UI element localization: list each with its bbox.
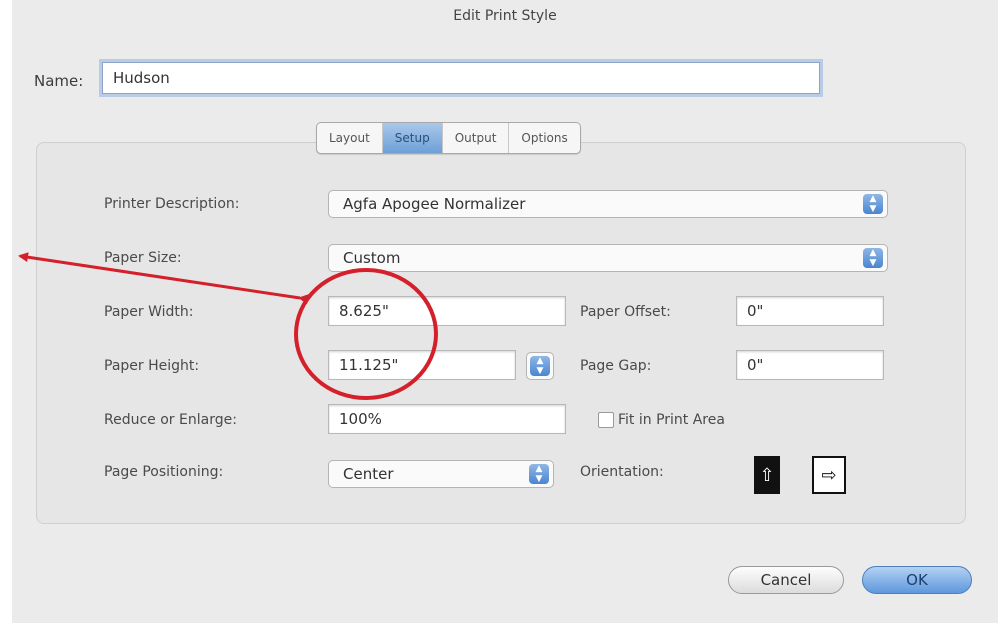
tab-setup[interactable]: Setup (382, 123, 443, 153)
page-positioning-value: Center (343, 465, 394, 483)
landscape-orientation-button[interactable]: ⇨ (812, 456, 846, 494)
paper-height-stepper[interactable]: ▲ ▼ (526, 352, 554, 380)
fit-in-print-area-checkbox[interactable] (598, 412, 614, 428)
page-positioning-popup[interactable]: Center ▲ ▼ (328, 460, 554, 488)
tab-bar: Layout Setup Output Options (316, 122, 581, 154)
paper-width-input[interactable]: 8.625" (328, 296, 566, 326)
printer-description-popup[interactable]: Agfa Apogee Normalizer ▲ ▼ (328, 190, 888, 218)
paper-size-label: Paper Size: (104, 250, 182, 266)
tab-output[interactable]: Output (443, 123, 510, 153)
printer-description-label: Printer Description: (104, 196, 240, 212)
page-positioning-label: Page Positioning: (104, 464, 224, 480)
reduce-enlarge-label: Reduce or Enlarge: (104, 412, 237, 428)
tab-options[interactable]: Options (509, 123, 579, 153)
paper-width-label: Paper Width: (104, 304, 194, 320)
fit-in-print-area-label: Fit in Print Area (618, 412, 725, 428)
landscape-page-icon: ⇨ (821, 464, 837, 486)
stepper-arrows-icon: ▲ ▼ (530, 356, 550, 376)
portrait-orientation-button[interactable]: ⇧ (754, 456, 780, 494)
popup-arrows-icon: ▲ ▼ (529, 464, 549, 484)
printer-description-value: Agfa Apogee Normalizer (343, 195, 526, 213)
popup-arrows-icon: ▲ ▼ (863, 194, 883, 214)
edit-print-style-dialog: Edit Print Style Name: Hudson Layout Set… (12, 0, 998, 623)
paper-size-popup[interactable]: Custom ▲ ▼ (328, 244, 888, 272)
paper-offset-label: Paper Offset: (580, 304, 671, 320)
portrait-page-icon: ⇧ (759, 464, 775, 486)
ok-button[interactable]: OK (862, 566, 972, 594)
name-label: Name: (34, 72, 84, 90)
page-gap-label: Page Gap: (580, 358, 652, 374)
paper-height-label: Paper Height: (104, 358, 200, 374)
paper-size-value: Custom (343, 249, 401, 267)
name-input[interactable]: Hudson (102, 62, 820, 94)
tab-layout[interactable]: Layout (317, 123, 383, 153)
paper-offset-input[interactable]: 0" (736, 296, 884, 326)
page-gap-input[interactable]: 0" (736, 350, 884, 380)
reduce-enlarge-input[interactable]: 100% (328, 404, 566, 434)
popup-arrows-icon: ▲ ▼ (863, 248, 883, 268)
paper-height-input[interactable]: 11.125" (328, 350, 516, 380)
cancel-button[interactable]: Cancel (728, 566, 844, 594)
orientation-label: Orientation: (580, 464, 664, 480)
dialog-title: Edit Print Style (453, 8, 557, 24)
